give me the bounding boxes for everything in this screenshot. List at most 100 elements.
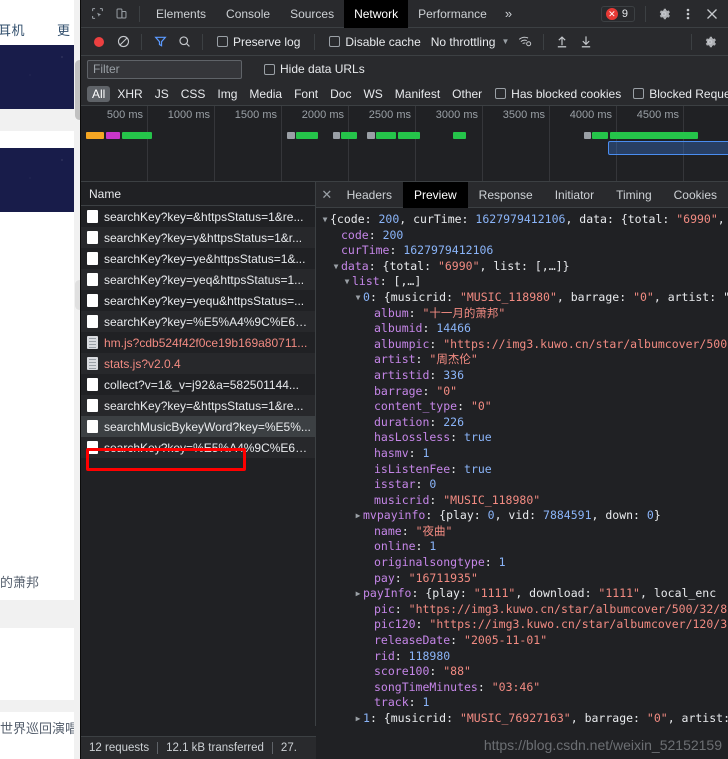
network-settings-gear-icon[interactable] [698, 31, 722, 53]
has-blocked-cookies-checkbox[interactable]: Has blocked cookies [495, 87, 621, 101]
json-line[interactable]: ·barrage: "0" [320, 384, 728, 400]
request-row[interactable]: searchKey?key=%E5%A4%9C%E6%... [81, 437, 315, 458]
json-line[interactable]: ·rid: 118980 [320, 649, 728, 665]
json-line[interactable]: ·releaseDate: "2005-11-01" [320, 633, 728, 649]
request-row[interactable]: searchMusicBykeyWord?key=%E5%... [81, 416, 315, 437]
request-list[interactable]: searchKey?key=&httpsStatus=1&re... search… [81, 206, 315, 726]
json-line[interactable]: ·albumpic: "https://img3.kuwo.cn/star/al… [320, 337, 728, 353]
type-filter-xhr[interactable]: XHR [112, 86, 147, 102]
close-detail-icon[interactable]: ✕ [318, 187, 336, 203]
json-line[interactable]: ·content_type: "0" [320, 399, 728, 415]
request-row[interactable]: searchKey?key=ye&httpsStatus=1&... [81, 248, 315, 269]
gear-icon[interactable] [652, 3, 676, 25]
json-line[interactable]: ·isstar: 0 [320, 477, 728, 493]
network-overview-timeline[interactable]: 500 ms 1000 ms 1500 ms 2000 ms 2500 ms 3000 m… [81, 106, 728, 182]
json-line[interactable]: ·duration: 226 [320, 415, 728, 431]
type-filter-media[interactable]: Media [244, 86, 287, 102]
request-row[interactable]: searchKey?key=&httpsStatus=1&re... [81, 206, 315, 227]
json-preview-tree[interactable]: ▼ {code: 200, curTime: 1627979412106, dat… [316, 208, 728, 726]
json-line[interactable]: ·artist: "周杰伦" [320, 352, 728, 368]
json-line[interactable]: ▶ 1: {musicrid: "MUSIC_76927163", barrage… [320, 711, 728, 726]
blocked-requests-checkbox[interactable]: Blocked Requests [633, 87, 728, 101]
request-row[interactable]: searchKey?key=y&httpsStatus=1&r... [81, 227, 315, 248]
tab-response[interactable]: Response [468, 182, 544, 208]
request-row[interactable]: collect?v=1&_v=j92&a=582501144... [81, 374, 315, 395]
json-line[interactable]: ·online: 1 [320, 539, 728, 555]
request-row[interactable]: searchKey?key=%E5%A4%9C%E6%... [81, 311, 315, 332]
json-line[interactable]: ·hasmv: 1 [320, 446, 728, 462]
tab-initiator[interactable]: Initiator [544, 182, 605, 208]
json-line[interactable]: ▶ mvpayinfo: {play: 0, vid: 7884591, down… [320, 508, 728, 524]
type-filter-manifest[interactable]: Manifest [390, 86, 445, 102]
request-row[interactable]: searchKey?key=yeq&httpsStatus=1... [81, 269, 315, 290]
json-line[interactable]: ·hasLossless: true [320, 430, 728, 446]
throttling-dropdown[interactable]: No throttling ▼ [431, 35, 510, 49]
tab-elements[interactable]: Elements [146, 0, 216, 28]
import-har-icon[interactable] [550, 31, 574, 53]
page-link-more[interactable]: 更 [57, 20, 71, 39]
filter-icon[interactable] [148, 31, 172, 53]
type-filter-js[interactable]: JS [150, 86, 174, 102]
disclosure-triangle-collapsed-icon[interactable]: ▶ [353, 711, 363, 726]
tab-sources[interactable]: Sources [280, 0, 344, 28]
disclosure-triangle-expanded-icon[interactable]: ▼ [353, 290, 363, 306]
device-toolbar-icon[interactable] [109, 3, 133, 25]
tab-network[interactable]: Network [344, 0, 409, 28]
json-line[interactable]: ·pay: "16711935" [320, 571, 728, 587]
disclosure-triangle-collapsed-icon[interactable]: ▶ [353, 586, 363, 602]
request-row[interactable]: searchKey?key=yequ&httpsStatus=... [81, 290, 315, 311]
error-count-badge[interactable]: ✕ 9 [600, 5, 635, 22]
preserve-log-checkbox[interactable]: Preserve log [217, 35, 300, 49]
more-tabs-icon[interactable]: » [497, 6, 520, 21]
json-line[interactable]: ▶ payInfo: {play: "1111", download: "1111… [320, 586, 728, 602]
json-line[interactable]: ·songTimeMinutes: "03:46" [320, 680, 728, 696]
json-line[interactable]: ·albumid: 14466 [320, 321, 728, 337]
tab-cookies[interactable]: Cookies [663, 182, 728, 208]
json-line[interactable]: ▼ 0: {musicrid: "MUSIC_118980", barrage: … [320, 290, 728, 306]
clear-icon[interactable] [111, 31, 135, 53]
request-name-column-header[interactable]: Name [81, 182, 315, 206]
json-line[interactable]: ·code: 200 [320, 228, 728, 244]
json-line[interactable]: ▼ list: [,…] [320, 274, 728, 290]
json-line[interactable]: ·musicrid: "MUSIC_118980" [320, 493, 728, 509]
filter-input[interactable] [87, 59, 242, 79]
type-filter-all[interactable]: All [87, 85, 111, 102]
network-conditions-icon[interactable] [513, 31, 537, 53]
json-line[interactable]: ▼ data: {total: "6990", list: [,…]} [320, 259, 728, 275]
request-row[interactable]: searchKey?key=&httpsStatus=1&re... [81, 395, 315, 416]
tab-headers[interactable]: Headers [336, 182, 403, 208]
disclosure-triangle-collapsed-icon[interactable]: ▶ [353, 508, 363, 524]
request-row[interactable]: hm.js?cdb524f42f0ce19b169a80711... [81, 332, 315, 353]
close-icon[interactable] [700, 3, 724, 25]
type-filter-ws[interactable]: WS [358, 86, 387, 102]
record-button-icon[interactable] [87, 31, 111, 53]
search-icon[interactable] [172, 31, 196, 53]
tab-console[interactable]: Console [216, 0, 280, 28]
timeline-selection-window[interactable] [608, 141, 728, 155]
json-line[interactable]: ·pic120: "https://img3.kuwo.cn/star/albu… [320, 617, 728, 633]
hide-data-urls-checkbox[interactable]: Hide data URLs [264, 62, 365, 76]
type-filter-css[interactable]: CSS [176, 86, 211, 102]
json-line[interactable]: ·name: "夜曲" [320, 524, 728, 540]
type-filter-other[interactable]: Other [447, 86, 487, 102]
json-line[interactable]: ▼ {code: 200, curTime: 1627979412106, dat… [320, 212, 728, 228]
export-har-icon[interactable] [574, 31, 598, 53]
disclosure-triangle-expanded-icon[interactable]: ▼ [342, 274, 352, 290]
page-link-headphones[interactable]: 耳机 [0, 20, 25, 39]
tab-timing[interactable]: Timing [605, 182, 663, 208]
disable-cache-checkbox[interactable]: Disable cache [329, 35, 421, 49]
json-line[interactable]: ·track: 1 [320, 695, 728, 711]
json-line[interactable]: ·pic: "https://img3.kuwo.cn/star/albumco… [320, 602, 728, 618]
json-line[interactable]: ·artistid: 336 [320, 368, 728, 384]
json-line[interactable]: ·album: "十一月的萧邦" [320, 306, 728, 322]
kebab-menu-icon[interactable] [676, 3, 700, 25]
disclosure-triangle-expanded-icon[interactable]: ▼ [320, 212, 330, 228]
json-line[interactable]: ·score100: "88" [320, 664, 728, 680]
type-filter-font[interactable]: Font [289, 86, 323, 102]
tab-preview[interactable]: Preview [402, 182, 468, 208]
json-line[interactable]: ·originalsongtype: 1 [320, 555, 728, 571]
tab-performance[interactable]: Performance [408, 0, 497, 28]
request-row[interactable]: stats.js?v2.0.4 [81, 353, 315, 374]
disclosure-triangle-expanded-icon[interactable]: ▼ [331, 259, 341, 275]
json-line[interactable]: ·curTime: 1627979412106 [320, 243, 728, 259]
